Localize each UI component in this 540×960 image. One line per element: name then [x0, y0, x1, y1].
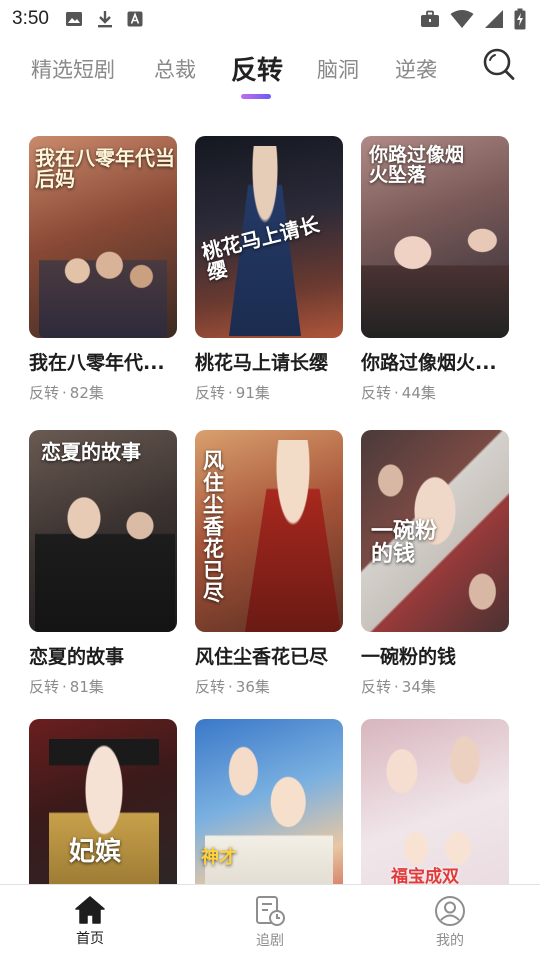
- drama-title: 桃花马上请长缨: [195, 352, 329, 374]
- poster-title: 风住尘香花已尽: [203, 448, 224, 606]
- wifi-icon: [450, 10, 474, 28]
- drama-category: 反转: [361, 678, 392, 696]
- meta-separator: ·: [62, 384, 67, 402]
- drama-category: 反转: [361, 384, 392, 402]
- home-icon: [75, 896, 105, 924]
- tab-featured[interactable]: 精选短剧: [31, 54, 115, 84]
- bottom-navigation: 首页 追剧 我的: [0, 884, 540, 960]
- briefcase-icon: [421, 10, 439, 27]
- drama-category: 反转: [195, 678, 226, 696]
- drama-poster[interactable]: 恋夏的故事: [29, 430, 177, 632]
- poster-title: 神才: [201, 847, 237, 868]
- poster-title: 妃嫔: [69, 837, 122, 867]
- drama-poster[interactable]: 桃花马上请长缨: [195, 136, 343, 338]
- nav-profile-label: 我的: [436, 933, 464, 949]
- category-tabs: 精选短剧 总裁 反转 脑洞 逆袭: [0, 44, 540, 104]
- nav-home[interactable]: 首页: [50, 895, 130, 948]
- meta-separator: ·: [228, 384, 233, 402]
- drama-poster[interactable]: 我在八零年代当后妈: [29, 136, 177, 338]
- drama-card[interactable]: 恋夏的故事 恋夏的故事 反转 · 81集: [29, 430, 177, 697]
- drama-card[interactable]: 我在八零年代当后妈 我在八零年代... 反转 · 82集: [29, 136, 177, 403]
- drama-title: 你路过像烟火...: [361, 352, 497, 374]
- tab-brainhole[interactable]: 脑洞: [317, 54, 359, 84]
- drama-episodes: 82集: [69, 384, 104, 402]
- drama-card[interactable]: 桃花马上请长缨 桃花马上请长缨 反转 · 91集: [195, 136, 343, 403]
- poster-title: 我在八零年代当后妈: [35, 146, 175, 191]
- battery-charging-icon: [514, 8, 526, 30]
- drama-card[interactable]: 你路过像烟火坠落 你路过像烟火... 反转 · 44集: [361, 136, 509, 403]
- drama-category: 反转: [29, 678, 60, 696]
- meta-separator: ·: [394, 384, 399, 402]
- drama-title: 我在八零年代...: [29, 352, 165, 374]
- download-icon: [97, 11, 112, 28]
- poster-title: 一碗粉的钱: [371, 518, 438, 568]
- drama-card[interactable]: 风住尘香花已尽 风住尘香花已尽 反转 · 36集: [195, 430, 343, 697]
- font-icon: [127, 11, 143, 27]
- status-time: 3:50: [12, 8, 49, 29]
- drama-meta: 反转 · 91集: [195, 382, 343, 403]
- drama-poster[interactable]: 一碗粉的钱: [361, 430, 509, 632]
- meta-separator: ·: [228, 678, 233, 696]
- drama-episodes: 34集: [401, 678, 436, 696]
- nav-home-label: 首页: [76, 931, 104, 947]
- tab-comeback[interactable]: 逆袭: [395, 54, 437, 84]
- drama-title: 一碗粉的钱: [361, 646, 457, 668]
- meta-separator: ·: [62, 678, 67, 696]
- meta-separator: ·: [394, 678, 399, 696]
- drama-meta: 反转 · 44集: [361, 382, 509, 403]
- drama-poster[interactable]: 你路过像烟火坠落: [361, 136, 509, 338]
- drama-title: 风住尘香花已尽: [195, 646, 329, 668]
- signal-icon: [485, 10, 503, 28]
- profile-icon: [435, 896, 465, 926]
- active-tab-indicator: [241, 94, 271, 99]
- drama-meta: 反转 · 82集: [29, 382, 177, 403]
- drama-category: 反转: [195, 384, 226, 402]
- tab-twist[interactable]: 反转: [231, 50, 283, 87]
- tab-ceo[interactable]: 总裁: [154, 54, 196, 84]
- drama-meta: 反转 · 36集: [195, 676, 343, 697]
- nav-watchlist[interactable]: 追剧: [230, 895, 310, 950]
- status-bar: 3:50: [0, 0, 540, 38]
- drama-title: 恋夏的故事: [29, 646, 125, 668]
- drama-episodes: 81集: [69, 678, 104, 696]
- drama-episodes: 36集: [235, 678, 270, 696]
- drama-episodes: 91集: [235, 384, 270, 402]
- drama-meta: 反转 · 81集: [29, 676, 177, 697]
- poster-title: 你路过像烟火坠落: [369, 144, 465, 186]
- drama-card[interactable]: 一碗粉的钱 一碗粉的钱 反转 · 34集: [361, 430, 509, 697]
- drama-meta: 反转 · 34集: [361, 676, 509, 697]
- search-icon[interactable]: [480, 46, 518, 84]
- watchlist-clock-icon: [256, 896, 285, 926]
- drama-category: 反转: [29, 384, 60, 402]
- nav-profile[interactable]: 我的: [410, 895, 490, 950]
- drama-poster[interactable]: 风住尘香花已尽: [195, 430, 343, 632]
- poster-title: 恋夏的故事: [41, 440, 141, 464]
- image-icon: [65, 12, 82, 26]
- nav-watchlist-label: 追剧: [256, 933, 284, 949]
- drama-episodes: 44集: [401, 384, 436, 402]
